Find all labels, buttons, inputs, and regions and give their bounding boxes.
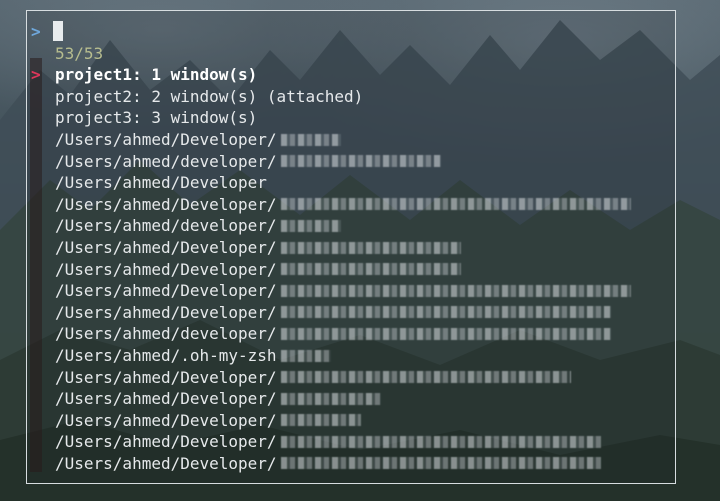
list-item[interactable]: /Users/ahmed/Developer/ [31,194,671,216]
list-item-label: /Users/ahmed/developer/ [55,151,277,171]
list-item-label: project2: 2 window(s) (attached) [55,86,364,106]
redacted-text [280,371,571,384]
text-cursor[interactable] [53,21,63,41]
redacted-text [280,219,341,232]
list-item[interactable]: /Users/ahmed/Developer/ [31,388,671,410]
list-item[interactable]: /Users/ahmed/Developer/ [31,431,671,453]
list-item-label: /Users/ahmed/Developer/ [55,130,277,150]
list-item-label: /Users/ahmed/Developer/ [55,432,277,452]
list-item-label: /Users/ahmed/Developer/ [55,238,277,258]
match-count: 53/53 [55,44,104,63]
list-item[interactable]: /Users/ahmed/Developer [31,172,671,194]
search-prompt[interactable]: > [31,20,63,42]
list-item-label: project3: 3 window(s) [55,108,258,128]
list-item[interactable]: /Users/ahmed/developer/ [31,150,671,172]
redacted-text [280,155,441,168]
list-item-label: /Users/ahmed/Developer/ [55,281,277,301]
selection-pointer-icon: > [31,65,41,85]
list-item[interactable]: /Users/ahmed/developer/ [31,215,671,237]
list-item-label: /Users/ahmed/developer/ [55,324,277,344]
redacted-text [280,392,381,405]
results-list: > project1: 1 window(s) project2: 2 window… [31,64,671,474]
list-item-label: /Users/ahmed/developer/ [55,216,277,236]
list-item[interactable]: project2: 2 window(s) (attached) [31,86,671,108]
list-item-label: /Users/ahmed/.oh-my-zsh [55,346,277,366]
list-item-label: /Users/ahmed/Developer/ [55,302,277,322]
redacted-text [280,263,461,276]
list-item[interactable]: /Users/ahmed/developer/ [31,323,671,345]
list-item-label: project1: 1 window(s) [55,65,258,85]
list-item[interactable]: /Users/ahmed/Developer/ [31,366,671,388]
list-item[interactable]: /Users/ahmed/Developer/ [31,237,671,259]
list-item[interactable]: /Users/ahmed/Developer/ [31,302,671,324]
list-item-selected[interactable]: > project1: 1 window(s) [31,64,671,86]
list-item[interactable]: project3: 3 window(s) [31,107,671,129]
list-item-label: /Users/ahmed/Developer [55,173,267,193]
list-item-label: /Users/ahmed/Developer/ [55,410,277,430]
list-item-label: /Users/ahmed/Developer/ [55,389,277,409]
list-item[interactable]: /Users/ahmed/Developer/ [31,280,671,302]
redacted-text [280,327,611,340]
list-item-label: /Users/ahmed/Developer/ [55,259,277,279]
redacted-text [280,349,331,362]
list-item[interactable]: /Users/ahmed/.oh-my-zsh [31,345,671,367]
list-item[interactable]: /Users/ahmed/Developer/ [31,410,671,432]
redacted-text [280,133,341,146]
list-item[interactable]: /Users/ahmed/Developer/ [31,258,671,280]
redacted-text [280,414,361,427]
prompt-arrow-icon: > [31,21,41,41]
list-item-label: /Users/ahmed/Developer/ [55,453,277,473]
list-item[interactable]: /Users/ahmed/Developer/ [31,453,671,475]
redacted-text [280,457,601,470]
redacted-text [280,435,601,448]
redacted-text [280,306,611,319]
list-item[interactable]: /Users/ahmed/Developer/ [31,129,671,151]
redacted-text [280,198,631,211]
list-item-label: /Users/ahmed/Developer/ [55,194,277,214]
redacted-text [280,284,631,297]
list-item-label: /Users/ahmed/Developer/ [55,367,277,387]
redacted-text [280,241,461,254]
